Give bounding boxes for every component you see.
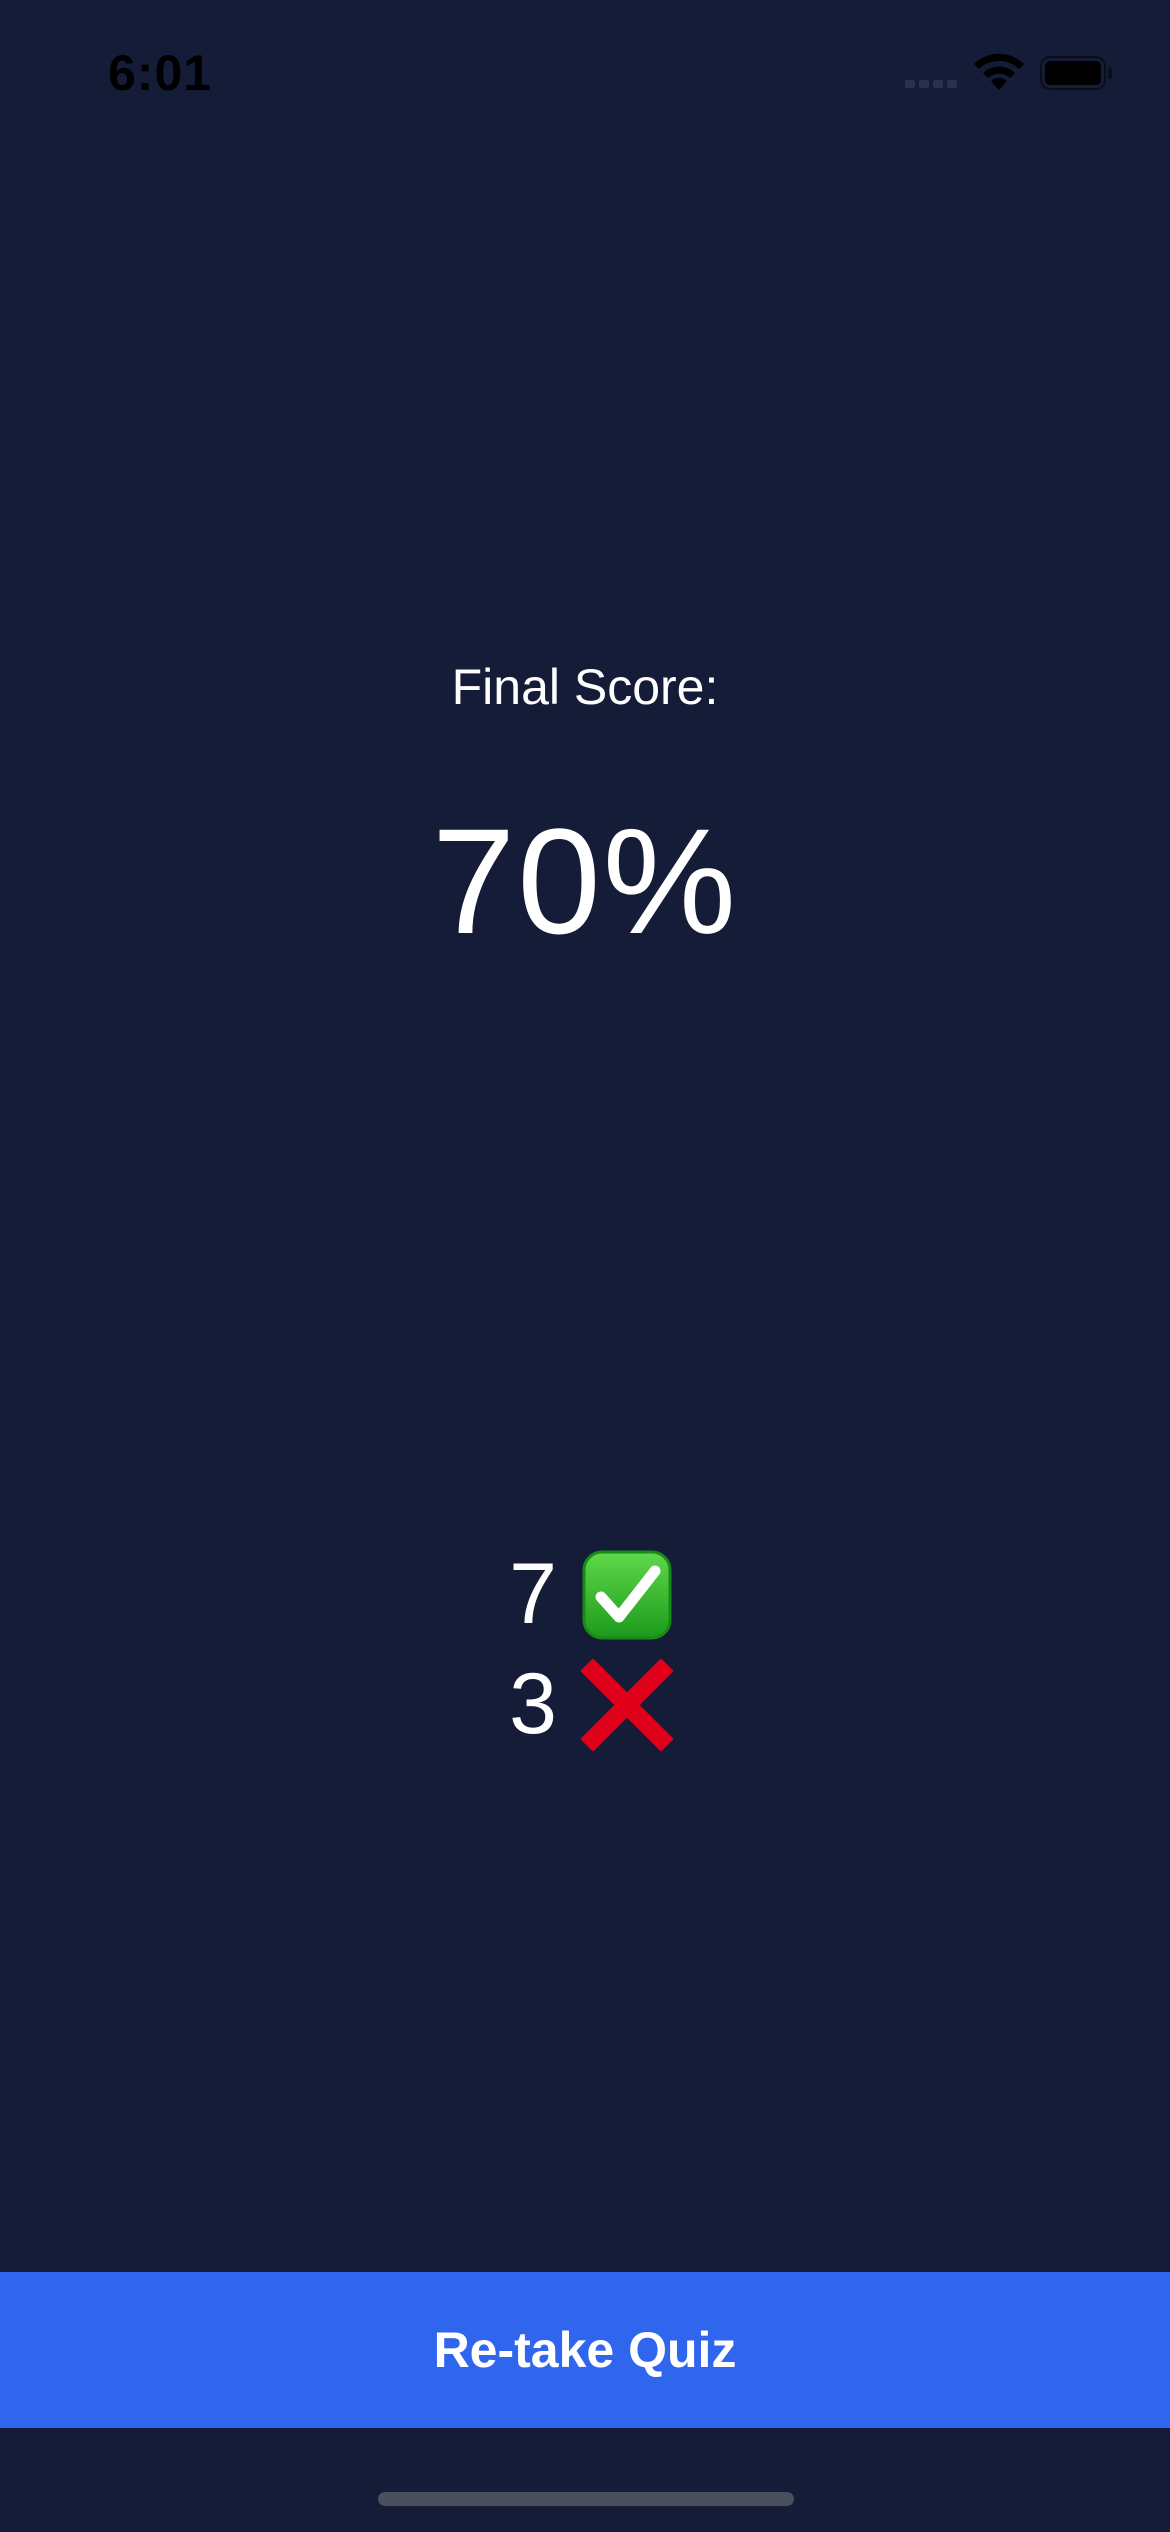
wifi-icon <box>974 53 1024 90</box>
wrong-count: 3 <box>509 1656 557 1752</box>
home-indicator[interactable] <box>378 2492 794 2506</box>
correct-count: 7 <box>509 1546 557 1642</box>
final-score-label: Final Score: <box>451 659 719 715</box>
check-mark-icon <box>582 1550 672 1639</box>
cellular-signal-icon <box>905 80 957 90</box>
quiz-results-screen: 6:01 Final Score: 70% 7 3 Re-take Quiz <box>0 0 1170 2532</box>
final-score-value: 70% <box>431 797 739 965</box>
cross-mark-icon <box>581 1658 673 1751</box>
retake-quiz-button[interactable]: Re-take Quiz <box>0 2272 1170 2428</box>
status-bar: 6:01 <box>0 0 1170 140</box>
battery-icon <box>1040 56 1112 90</box>
status-time: 6:01 <box>108 45 213 101</box>
correct-answers-row: 7 <box>0 1545 1170 1644</box>
wrong-answers-row: 3 <box>0 1655 1170 1754</box>
